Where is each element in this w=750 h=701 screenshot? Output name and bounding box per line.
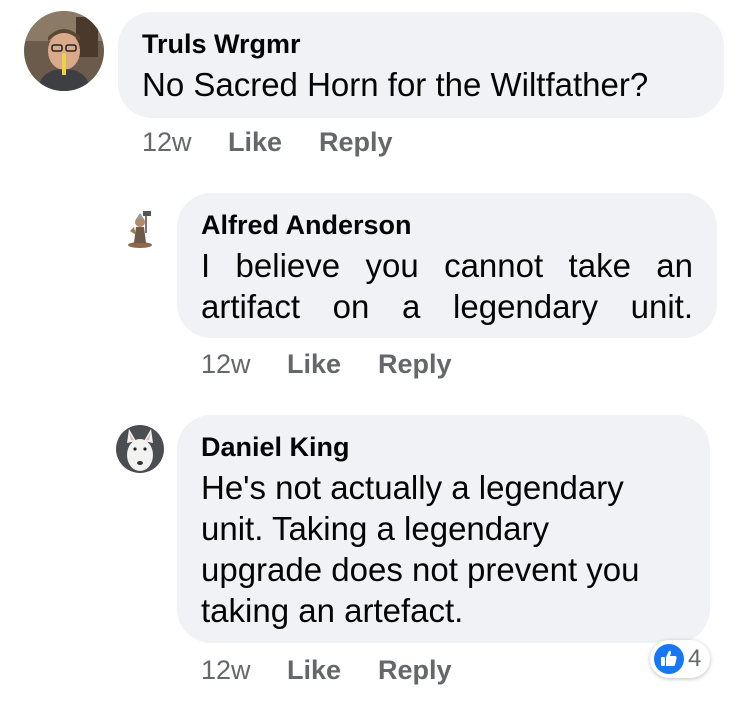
comment-text-line: No Sacred Horn for the Wiltfather? [142,66,649,103]
comment-author[interactable]: Daniel King [201,431,350,463]
comment-text-line: taking an artefact. [201,592,464,629]
like-button[interactable]: Like [287,348,341,380]
comment-timestamp[interactable]: 12w [201,348,251,380]
comment-text: I believe you cannot take an artifact on… [201,245,693,327]
avatar[interactable] [24,11,104,91]
reaction-count: 4 [688,645,702,672]
comment-text-line: artifact on a legendary unit. [201,288,693,325]
like-button[interactable]: Like [228,126,282,158]
comment-timestamp[interactable]: 12w [201,654,251,686]
comment-text-line: upgrade does not prevent you [201,551,640,588]
comment-author[interactable]: Alfred Anderson [201,209,412,241]
comment-actions: 12w Like Reply [201,348,501,380]
reply-button[interactable]: Reply [378,348,452,380]
reaction-count-badge[interactable]: 4 [650,640,710,678]
comment-text: No Sacred Horn for the Wiltfather? [142,64,648,105]
reply-button[interactable]: Reply [319,126,393,158]
comment-text: He's not actually a legendary unit. Taki… [201,467,640,631]
comment-text-line: He's not actually a legendary [201,469,624,506]
comment-text-line: I believe you cannot take an [201,247,693,284]
comment-timestamp[interactable]: 12w [142,126,192,158]
comment-text-line: unit. Taking a legendary [201,510,549,547]
avatar-photo-miniature-figure [116,203,164,251]
avatar-photo-white-dog [116,425,164,473]
avatar[interactable] [116,203,164,251]
thumbs-up-icon [654,644,684,674]
comment-author[interactable]: Truls Wrgmr [142,28,301,60]
comment-actions: 12w Like Reply [201,654,501,686]
comment-actions: 12w Like Reply [142,126,442,158]
avatar-photo-man-with-glasses [24,11,104,91]
reply-button[interactable]: Reply [378,654,452,686]
avatar[interactable] [116,425,164,473]
like-button[interactable]: Like [287,654,341,686]
